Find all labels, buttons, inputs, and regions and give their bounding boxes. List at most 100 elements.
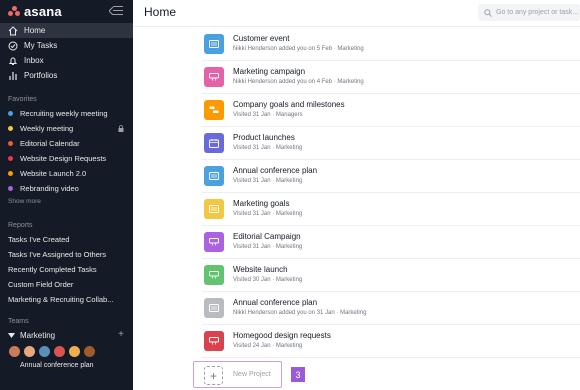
project-meta: Visited 24 Jan · Marketing (233, 343, 303, 349)
project-row[interactable]: Product launches Visited 31 Jan · Market… (202, 127, 580, 160)
new-project-button[interactable]: + New Project (193, 361, 282, 388)
project-name: Editorial Campaign (233, 232, 301, 241)
asana-logo-icon[interactable] (8, 6, 20, 16)
top-bar: Home Go to any project or task... (133, 0, 580, 27)
project-meta: Visited 31 Jan · Marketing (233, 211, 303, 217)
project-name: Annual conference plan (233, 298, 318, 307)
bell-icon (8, 56, 18, 66)
project-row[interactable]: Annual conference plan Nikki Henderson a… (202, 292, 580, 325)
team-avatars (0, 345, 133, 358)
recent-projects-list: Customer event Nikki Henderson added you… (133, 27, 580, 390)
caret-down-icon (8, 332, 15, 338)
lock-icon (118, 125, 124, 132)
collapse-sidebar-icon[interactable] (109, 5, 123, 17)
project-row[interactable]: Website launch Visited 30 Jan · Marketin… (202, 259, 580, 292)
project-name: Annual conference plan (233, 166, 318, 175)
avatar[interactable] (83, 345, 96, 358)
sidebar: asana Home My Tasks Inbox Portfolios Fav… (0, 0, 133, 390)
favorites-heading: Favorites (8, 96, 37, 103)
favorite-label: Recruiting weekly meeting (20, 109, 108, 118)
nav-my-tasks[interactable]: My Tasks (0, 38, 133, 53)
favorite-item[interactable]: Editorial Calendar (0, 136, 133, 151)
teams-heading: Teams (8, 318, 29, 325)
favorite-item[interactable]: Website Launch 2.0 (0, 166, 133, 181)
project-meta: Nikki Henderson added you on 4 Feb · Mar… (233, 79, 364, 85)
project-name: Customer event (233, 34, 290, 43)
avatar[interactable] (53, 345, 66, 358)
favorite-item[interactable]: Website Design Requests (0, 151, 133, 166)
project-name: Company goals and milestones (233, 100, 345, 109)
nav-inbox[interactable]: Inbox (0, 53, 133, 68)
favorite-item[interactable]: Recruiting weekly meeting (0, 106, 133, 121)
report-item[interactable]: Custom Field Order (0, 277, 133, 292)
logo-row: asana (0, 0, 133, 22)
show-more-link[interactable]: Show more (0, 198, 133, 205)
search-placeholder: Go to any project or task... (496, 9, 579, 16)
nav-label: My Tasks (24, 41, 58, 50)
bar-chart-icon (8, 71, 18, 81)
report-item[interactable]: Tasks I've Created (0, 232, 133, 247)
favorite-label: Rebranding video (20, 184, 79, 193)
project-meta: Nikki Henderson added you on 31 Jan · Ma… (233, 310, 367, 316)
report-item[interactable]: Recently Completed Tasks (0, 262, 133, 277)
calendar-icon (204, 133, 224, 153)
project-row[interactable]: Company goals and milestones Visited 31 … (202, 94, 580, 127)
report-item[interactable]: Marketing & Recruiting Collab... (0, 292, 133, 307)
home-icon (8, 25, 18, 36)
nav-home[interactable]: Home (0, 23, 133, 38)
board-icon (204, 232, 224, 252)
favorite-label: Website Design Requests (20, 154, 107, 163)
avatar[interactable] (8, 345, 21, 358)
plus-icon: + (204, 366, 223, 385)
add-team-project-icon[interactable]: + (118, 329, 124, 340)
list-icon (204, 298, 224, 318)
list-icon (204, 199, 224, 219)
favorite-label: Website Launch 2.0 (20, 169, 87, 178)
board-icon (204, 67, 224, 87)
report-item[interactable]: Tasks I've Assigned to Others (0, 247, 133, 262)
color-dot (8, 171, 13, 176)
project-meta: Visited 31 Jan · Managers (233, 112, 303, 118)
board-icon (204, 265, 224, 285)
project-row[interactable]: Marketing campaign Nikki Henderson added… (202, 61, 580, 94)
favorite-item[interactable]: Rebranding video (0, 181, 133, 196)
nav-label: Home (24, 26, 46, 35)
new-project-label: New Project (233, 371, 271, 378)
project-row[interactable]: Customer event Nikki Henderson added you… (202, 28, 580, 61)
project-meta: Visited 30 Jan · Marketing (233, 277, 303, 283)
favorite-item[interactable]: Weekly meeting (0, 121, 133, 136)
color-dot (8, 126, 13, 131)
team-name: Marketing (20, 330, 56, 340)
list-icon (204, 34, 224, 54)
project-row[interactable]: Homegood design requests Visited 24 Jan … (202, 325, 580, 358)
team-marketing[interactable]: Marketing + (0, 328, 133, 342)
timeline-icon (204, 100, 224, 120)
nav-label: Inbox (24, 56, 44, 65)
search-input[interactable]: Go to any project or task... (478, 4, 580, 21)
page-title: Home (144, 5, 177, 19)
logo-text[interactable]: asana (24, 4, 62, 19)
project-meta: Visited 31 Jan · Marketing (233, 244, 303, 250)
team-project-item[interactable]: Annual conference plan (0, 362, 133, 369)
project-name: Marketing campaign (233, 67, 306, 76)
avatar[interactable] (23, 345, 36, 358)
reports-heading: Reports (8, 222, 33, 229)
nav-portfolios[interactable]: Portfolios (0, 68, 133, 83)
avatar[interactable] (68, 345, 81, 358)
project-name: Marketing goals (233, 199, 290, 208)
search-icon (484, 8, 492, 17)
avatar[interactable] (38, 345, 51, 358)
project-name: Product launches (233, 133, 295, 142)
project-meta: Visited 31 Jan · Marketing (233, 178, 303, 184)
project-row[interactable]: Editorial Campaign Visited 31 Jan · Mark… (202, 226, 580, 259)
project-name: Homegood design requests (233, 331, 331, 340)
color-dot (8, 111, 13, 116)
nav-label: Portfolios (24, 71, 58, 80)
step-number-badge: 3 (291, 367, 305, 382)
project-row[interactable]: Annual conference plan Visited 31 Jan · … (202, 160, 580, 193)
project-name: Website launch (233, 265, 288, 274)
list-icon (204, 166, 224, 186)
color-dot (8, 156, 13, 161)
project-row[interactable]: Marketing goals Visited 31 Jan · Marketi… (202, 193, 580, 226)
project-meta: Nikki Henderson added you on 5 Feb · Mar… (233, 46, 364, 52)
